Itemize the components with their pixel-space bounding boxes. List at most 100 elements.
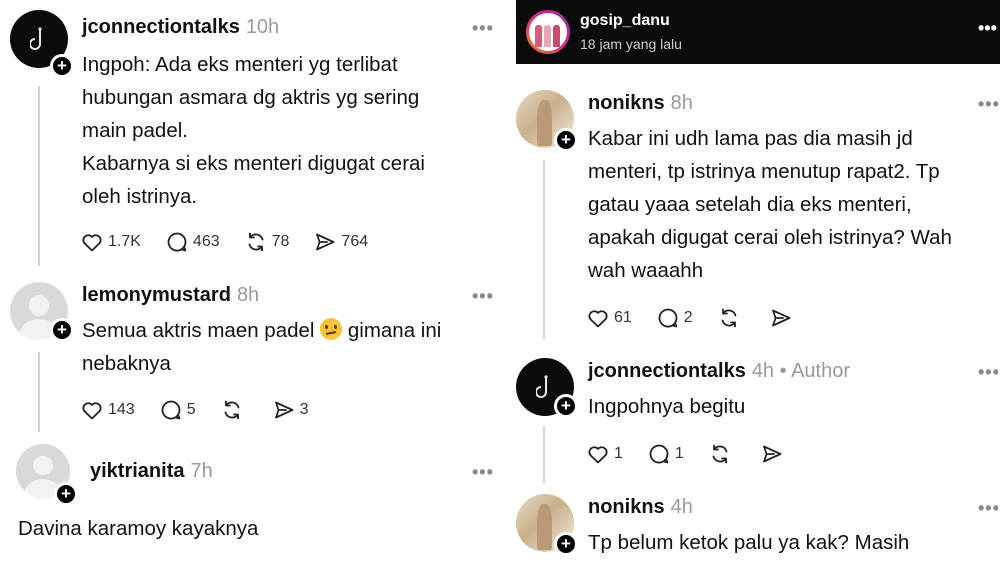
follow-plus-icon[interactable]: + [54,482,78,506]
thread-line [543,426,545,484]
comment-button[interactable]: 2 [656,306,693,330]
more-icon[interactable]: ••• [472,462,494,483]
post-time: 8h [236,284,260,306]
follow-plus-icon[interactable]: + [554,128,578,152]
thread-line [38,352,40,432]
comment-icon [165,230,189,254]
post-line: apakah digugat cerai oleh istrinya? Wah [588,226,952,249]
share-count: 3 [299,401,309,418]
post-body: Semua aktris maen padel gimana ini nebak… [82,314,502,380]
comment-count: 5 [186,401,196,418]
post-line: Ingpoh: Ada eks menteri yg terlibat [82,53,398,76]
thread-line [543,160,545,340]
username-text[interactable]: jconnectiontalks [82,16,240,38]
like-button[interactable]: 143 [80,398,135,422]
post-body: Davina karamoy kayaknya [18,517,259,540]
share-icon [769,306,793,330]
repost-icon [708,442,732,466]
share-icon [313,230,337,254]
confused-face-emoji-icon [320,318,343,340]
more-icon[interactable]: ••• [978,362,1000,383]
repost-button[interactable]: 78 [244,230,290,254]
post-username[interactable]: jconnectiontalks 4h • Author [588,360,850,383]
more-icon[interactable]: ••• [472,286,494,307]
post-username[interactable]: yiktrianita 7h [90,460,213,483]
share-icon [760,442,784,466]
account-avatar[interactable] [526,10,570,54]
like-button[interactable]: 1 [586,442,623,466]
username-text[interactable]: jconnectiontalks [588,360,746,382]
post-body: Tp belum ketok palu ya kak? Masih [588,531,910,554]
comment-button[interactable]: 1 [647,442,684,466]
repost-button[interactable] [717,306,745,330]
like-count: 143 [108,401,135,418]
heart-icon [586,442,610,466]
post-username[interactable]: nonikns 8h [588,92,693,115]
post-time: 4h [670,496,693,518]
comment-icon [647,442,671,466]
share-count: 764 [341,233,369,250]
more-icon[interactable]: ••• [472,18,494,39]
repost-icon [220,398,244,422]
post-text: gimana ini [347,319,442,342]
share-icon [272,398,296,422]
comment-button[interactable]: 463 [165,230,220,254]
repost-button[interactable] [220,398,248,422]
share-button[interactable] [769,306,797,330]
username-text[interactable]: nonikns [588,496,665,518]
repost-icon [717,306,741,330]
post-line: Kabar ini udh lama pas dia masih jd [588,127,913,150]
comment-icon [159,398,183,422]
repost-icon [244,230,268,254]
thread-line [38,86,40,266]
post-body: Ingpoh: Ada eks menteri yg terlibat hubu… [82,48,502,213]
post-actions: 1.7K 463 78 764 [80,230,392,254]
repost-button[interactable] [708,442,736,466]
post-line: hubungan asmara dg aktris yg sering [82,86,420,109]
share-button[interactable]: 764 [313,230,368,254]
username-text[interactable]: lemonymustard [82,284,231,306]
post-time: 8h [670,92,693,114]
comment-count: 463 [192,233,220,250]
post-line: wah waaahh [588,259,704,282]
post-username[interactable]: lemonymustard 8h [82,284,259,307]
follow-plus-icon[interactable]: + [554,532,578,556]
post-line: nebaknya [82,352,171,375]
post-body: Ingpohnya begitu [588,395,746,418]
repost-count: 78 [271,233,290,250]
right-thread-panel: gosip_danu 18 jam yang lalu ••• + nonikn… [516,0,1000,563]
heart-icon [586,306,610,330]
follow-plus-icon[interactable]: + [554,394,578,418]
like-count: 61 [614,309,632,326]
follow-plus-icon[interactable]: + [50,318,74,342]
comment-icon [656,306,680,330]
post-username[interactable]: jconnectiontalks 10h [82,16,279,39]
more-icon[interactable]: ••• [978,94,1000,115]
post-line: oleh istrinya. [82,185,198,208]
heart-icon [80,398,104,422]
more-icon[interactable]: ••• [978,498,1000,519]
more-icon[interactable]: ••• [978,18,997,39]
like-button[interactable]: 1.7K [80,230,141,254]
post-line: main padel. [82,119,188,142]
account-name[interactable]: gosip_danu [580,12,670,30]
author-badge: • Author [779,360,851,382]
comment-count: 2 [683,309,693,326]
like-count: 1 [614,445,623,462]
share-button[interactable] [760,442,788,466]
username-text[interactable]: yiktrianita [90,460,184,482]
post-time: 7h [190,460,213,482]
post-username[interactable]: nonikns 4h [588,496,693,519]
like-button[interactable]: 61 [586,306,632,330]
follow-plus-icon[interactable]: + [50,54,74,78]
post-line: Semua aktris maen padel gimana ini [82,314,502,347]
post-body: Kabar ini udh lama pas dia masih jd ment… [588,122,1000,287]
share-button[interactable]: 3 [272,398,309,422]
post-actions: 143 5 3 [80,398,333,422]
post-age: 18 jam yang lalu [580,36,682,52]
jconnection-logo-icon [536,375,548,398]
username-text[interactable]: nonikns [588,92,665,114]
like-count: 1.7K [108,233,141,250]
comment-button[interactable]: 5 [159,398,196,422]
left-thread-panel: + jconnectiontalks 10h ••• Ingpoh: Ada ek… [0,0,508,563]
